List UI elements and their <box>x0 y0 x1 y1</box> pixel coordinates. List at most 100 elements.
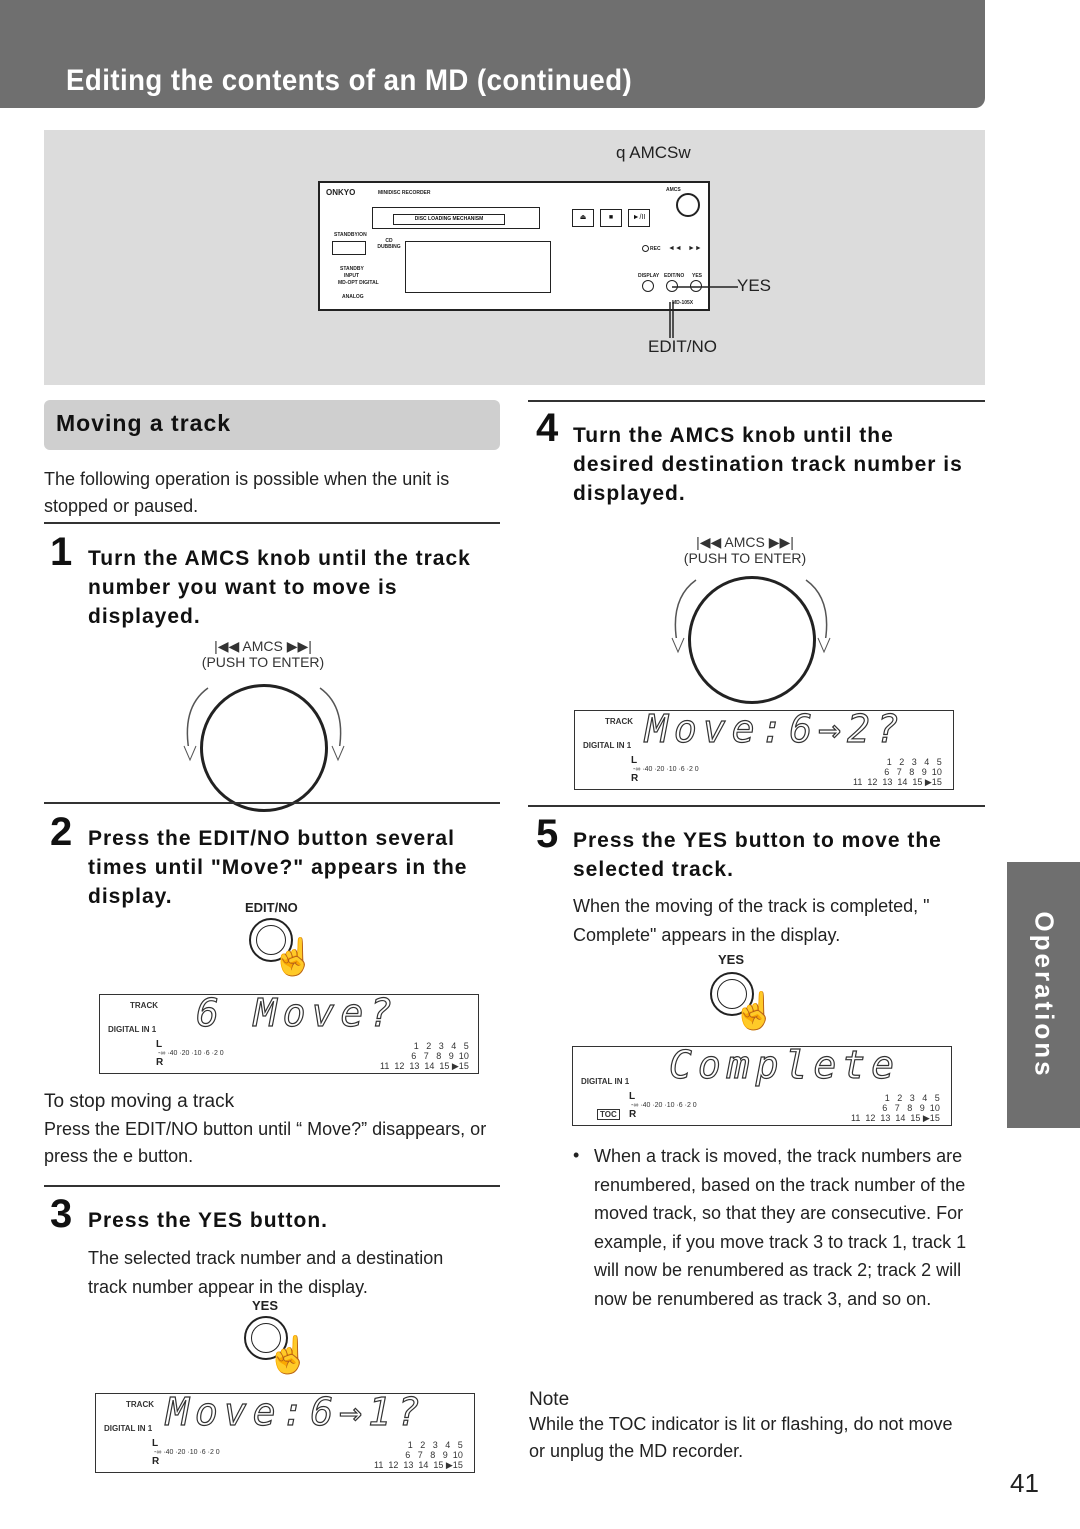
section-heading: Moving a track <box>44 400 500 450</box>
level-meter: -∞ ·40 ·20 ·10 ·6 ·2 0 <box>633 766 699 773</box>
page-number: 41 <box>1010 1468 1039 1498</box>
amcs-label: AMCS <box>724 534 765 550</box>
divider <box>44 1185 500 1187</box>
edit-no-button-label: EDIT/NO <box>664 273 685 279</box>
amcs-knob-small <box>676 193 700 217</box>
step-5-heading: Press the YES button to move the selecte… <box>573 829 942 881</box>
display-move-6-1: TRACK DIGITAL IN 1 Move:6→1? L R -∞ ·40 … <box>95 1389 475 1473</box>
edit-no-label: EDIT/NO <box>245 900 298 915</box>
divider <box>528 400 985 402</box>
md-recorder-illustration: ONKYO MINIDISC RECORDER DISC LOADING MEC… <box>318 181 710 311</box>
push-to-enter-label: (PUSH TO ENTER) <box>683 550 807 566</box>
stop-title: To stop moving a track <box>44 1091 235 1112</box>
yes-label: YES <box>718 952 745 967</box>
step-2-number: 2 <box>50 810 73 854</box>
standby-on-button <box>332 241 366 255</box>
track-indicator: TRACK <box>605 717 633 726</box>
stop-button: ■ <box>600 209 622 227</box>
fast-forward-icon: ►► <box>688 245 702 252</box>
step-4-heading: Turn the AMCS knob until the desired des… <box>573 424 963 505</box>
right-channel: R <box>152 1456 160 1467</box>
step-5-body: When the moving of the track is complete… <box>573 896 930 945</box>
note-body: While the TOC indicator is lit or flashi… <box>529 1414 953 1461</box>
bullet-marker: • <box>573 1145 580 1165</box>
step-1-heading: Turn the AMCS knob until the track numbe… <box>88 547 471 628</box>
yes-button-figure: YES ☝ <box>244 1298 324 1388</box>
eject-button: ⏏ <box>572 209 594 227</box>
step-3-heading: Press the YES button. <box>88 1209 328 1232</box>
renumber-note: When a track is moved, the track numbers… <box>594 1146 967 1309</box>
callout-edit-no: EDIT/NO <box>648 337 717 356</box>
stop-body: Press the EDIT/NO button until “ Move?” … <box>44 1119 487 1166</box>
step-3-number: 3 <box>50 1192 73 1236</box>
toc-indicator: TOC <box>597 1109 620 1120</box>
device-display <box>405 241 551 293</box>
device-type-label: MINIDISC RECORDER <box>378 190 431 196</box>
track-numbers: 1 2 3 4 5 6 7 8 9 10 11 12 13 14 15 ▶15 <box>374 1440 463 1470</box>
digital-in-indicator: DIGITAL IN 1 <box>583 741 632 750</box>
disc-slot-label: DISC LOADING MECHANISM <box>393 214 505 225</box>
standby-on-label: STANDBY/ON <box>334 232 367 238</box>
digital-in-indicator: DIGITAL IN 1 <box>104 1424 153 1433</box>
track-indicator: TRACK <box>130 1001 158 1010</box>
display-text: Move:6→2? <box>644 706 905 751</box>
side-tab-label: Operations <box>1029 911 1059 1079</box>
step-1-number: 1 <box>50 530 73 574</box>
push-to-enter-label: (PUSH TO ENTER) <box>201 654 325 670</box>
track-indicator: TRACK <box>126 1400 154 1409</box>
intro-text: The following operation is possible when… <box>44 469 450 516</box>
track-numbers: 1 2 3 4 5 6 7 8 9 10 11 12 13 14 15 ▶15 <box>380 1041 469 1071</box>
level-meter: -∞ ·40 ·20 ·10 ·6 ·2 0 <box>631 1102 697 1109</box>
step-4-number: 4 <box>536 406 559 450</box>
divider <box>44 802 500 804</box>
rec-label: REC <box>650 246 661 252</box>
section-title: Moving a track <box>56 410 232 436</box>
display-move: TRACK DIGITAL IN 1 6 Move? L R -∞ ·40 ·2… <box>99 990 479 1074</box>
divider <box>44 522 500 524</box>
yes-button-figure: YES ☝ <box>708 952 788 1042</box>
rotate-arrows-icon <box>671 579 831 654</box>
input-label: INPUT <box>344 273 359 279</box>
standby-label: STANDBY <box>340 266 364 272</box>
display-button <box>642 280 654 292</box>
right-channel: R <box>156 1057 164 1068</box>
left-channel: L <box>152 1438 159 1449</box>
input-options: MD-OPT DIGITAL <box>338 280 379 286</box>
digital-in-indicator: DIGITAL IN 1 <box>108 1025 157 1034</box>
skip-back-icon: |◀◀ <box>696 534 725 550</box>
right-channel: R <box>629 1109 637 1120</box>
left-channel: L <box>629 1091 636 1102</box>
track-numbers: 1 2 3 4 5 6 7 8 9 10 11 12 13 14 15 ▶15 <box>851 1093 940 1123</box>
display-complete: DIGITAL IN 1 Complete TOC L R -∞ ·40 ·20… <box>572 1042 952 1126</box>
amcs-knob-figure-2: |◀◀ AMCS ▶▶| (PUSH TO ENTER) <box>650 534 850 704</box>
step-3-body: The selected track number and a destinat… <box>88 1248 444 1297</box>
display-text: 6 Move? <box>195 990 399 1035</box>
left-channel: L <box>631 755 638 766</box>
track-numbers: 1 2 3 4 5 6 7 8 9 10 11 12 13 14 15 ▶15 <box>853 757 942 787</box>
rec-indicator <box>642 245 649 252</box>
display-text: Move:6→1? <box>165 1389 426 1434</box>
edit-no-button-figure: EDIT/NO ☝ <box>243 900 323 990</box>
amcs-small-label: AMCS <box>666 187 681 193</box>
step-5-number: 5 <box>536 812 559 856</box>
rotate-arrows-icon <box>183 687 345 762</box>
brand-logo: ONKYO <box>326 188 356 197</box>
level-meter: -∞ ·40 ·20 ·10 ·6 ·2 0 <box>158 1050 224 1057</box>
pointing-hand-icon: ☝ <box>271 936 316 977</box>
divider <box>528 805 985 807</box>
callout-lines <box>669 286 738 338</box>
left-channel: L <box>156 1039 163 1050</box>
skip-forward-icon: ▶▶| <box>282 638 312 654</box>
cd-dubbing-label: CD DUBBING <box>377 238 401 250</box>
display-text: Complete <box>668 1042 901 1087</box>
skip-forward-icon: ▶▶| <box>764 534 794 550</box>
step-2-heading: Press the EDIT/NO button several times u… <box>88 827 468 908</box>
amcs-knob-figure-1: |◀◀ AMCS ▶▶| (PUSH TO ENTER) <box>168 638 368 812</box>
pointing-hand-icon: ☝ <box>266 1334 311 1375</box>
amcs-label: AMCS <box>242 638 283 654</box>
callout-yes: YES <box>737 276 772 295</box>
pointing-hand-icon: ☝ <box>732 990 777 1031</box>
rewind-icon: ◄◄ <box>668 245 682 252</box>
display-move-6-2: TRACK DIGITAL IN 1 Move:6→2? L R -∞ ·40 … <box>574 706 954 790</box>
yes-label: YES <box>252 1298 279 1313</box>
